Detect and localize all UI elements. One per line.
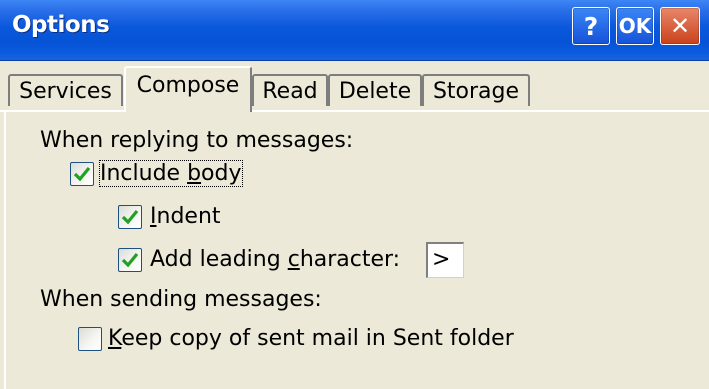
send-heading: When sending messages: bbox=[40, 287, 322, 312]
reply-heading: When replying to messages: bbox=[40, 128, 354, 153]
window-title: Options bbox=[12, 12, 110, 38]
tab-pane-left-border bbox=[4, 110, 6, 389]
leading-character-checkbox[interactable] bbox=[118, 248, 142, 272]
keep-copy-label[interactable]: Keep copy of sent mail in Sent folder bbox=[108, 326, 514, 351]
indent-checkbox[interactable] bbox=[118, 205, 142, 229]
checkmark-icon bbox=[121, 209, 139, 225]
close-icon: ✕ bbox=[669, 12, 691, 40]
tab-compose[interactable]: Compose bbox=[124, 66, 252, 112]
tab-read[interactable]: Read bbox=[252, 74, 328, 106]
indent-label[interactable]: Indent bbox=[150, 204, 221, 229]
tab-storage[interactable]: Storage bbox=[422, 74, 530, 106]
tab-delete[interactable]: Delete bbox=[328, 74, 422, 106]
ok-button[interactable]: OK bbox=[616, 7, 654, 45]
tab-strip: Services Compose Read Delete Storage bbox=[0, 60, 709, 112]
close-button[interactable]: ✕ bbox=[660, 7, 700, 45]
title-bar: Options ? OK ✕ bbox=[0, 0, 709, 61]
checkmark-icon bbox=[73, 166, 91, 182]
leading-character-label[interactable]: Add leading character: bbox=[150, 247, 400, 272]
leading-character-field[interactable]: > bbox=[426, 242, 464, 278]
keep-copy-checkbox[interactable] bbox=[78, 327, 102, 351]
include-body-checkbox[interactable] bbox=[70, 162, 94, 186]
tab-services[interactable]: Services bbox=[8, 74, 123, 106]
tab-pane-border bbox=[0, 110, 709, 112]
checkmark-icon bbox=[121, 252, 139, 268]
help-button[interactable]: ? bbox=[572, 7, 610, 45]
include-body-label[interactable]: Include body bbox=[99, 160, 243, 187]
